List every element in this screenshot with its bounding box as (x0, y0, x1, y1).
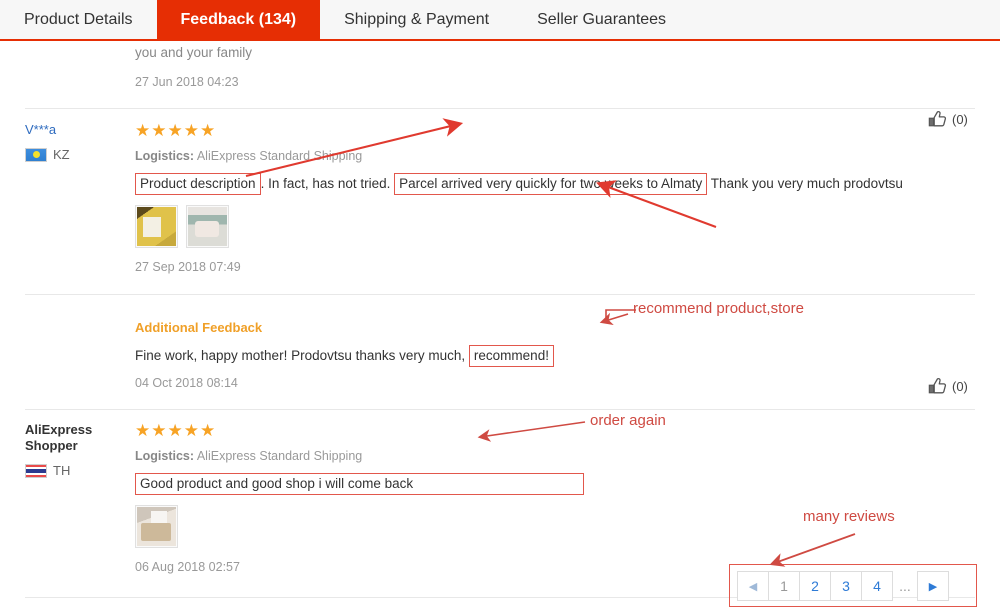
review-body-column-1: ★★★★★ Logistics: AliExpress Standard Shi… (135, 122, 1000, 275)
helpful-button-1[interactable]: (0) (928, 110, 968, 129)
review-text-highlight-1a: Product description (135, 173, 261, 195)
additional-feedback-title-1: Additional Feedback (135, 320, 263, 335)
review-logistics-value-1: AliExpress Standard Shipping (196, 149, 363, 163)
review-country-code-1: KZ (53, 147, 70, 162)
pagination-page-3[interactable]: 3 (830, 571, 862, 601)
additional-feedback-text-1: Fine work, happy mother! Prodovtsu thank… (135, 345, 1000, 367)
additional-feedback-1: Additional Feedback Fine work, happy mot… (135, 301, 1000, 391)
pagination-page-2[interactable]: 2 (799, 571, 831, 601)
review-item-2: AliExpress Shopper TH ★★★★★ Logistics: A… (0, 410, 1000, 598)
helpful-count-1: (0) (952, 112, 968, 127)
review-photo-2[interactable] (186, 205, 229, 248)
review-text-highlight-1b: Parcel arrived very quickly for two week… (394, 173, 708, 195)
review-logistics-label-1: Logistics: (135, 149, 195, 163)
review-photo-strip-2 (135, 505, 1000, 548)
review-logistics-label-2: Logistics: (135, 449, 195, 463)
review-user-column (0, 41, 135, 90)
kz-flag-icon (25, 147, 47, 162)
review-user-column-2: AliExpress Shopper TH (0, 422, 135, 575)
review-username-1[interactable]: V***a (25, 122, 135, 138)
additional-feedback-highlight-1: recommend! (468, 345, 554, 367)
review-text-1: Product description. In fact, has not tr… (135, 173, 1000, 195)
review-text-plain-1a: . In fact, has not tried. (260, 176, 391, 191)
review-text-highlight-2: Good product and good shop i will come b… (135, 473, 585, 495)
review-photo-1[interactable] (135, 205, 178, 248)
additional-feedback-date-1: 04 Oct 2018 08:14 (135, 376, 238, 390)
review-rating-stars-2: ★★★★★ (135, 421, 217, 440)
review-photo-3[interactable] (135, 505, 178, 548)
pagination-prev-button[interactable]: ◀ (737, 571, 769, 601)
additional-feedback-plain-1: Fine work, happy mother! Prodovtsu thank… (135, 348, 466, 363)
tab-product-details[interactable]: Product Details (0, 0, 157, 39)
review-text-plain-1b: Thank you very much prodovtsu (710, 176, 903, 191)
pagination: ◀ 1 2 3 4 ... ▶ (737, 571, 949, 601)
thumbs-up-icon (928, 378, 947, 394)
tab-feedback[interactable]: Feedback (134) (156, 0, 321, 39)
pagination-page-1: 1 (768, 571, 800, 601)
pagination-next-button[interactable]: ▶ (917, 571, 949, 601)
tab-shipping-payment[interactable]: Shipping & Payment (320, 0, 514, 39)
helpful-button-2[interactable]: (0) (928, 377, 968, 396)
review-date: 27 Jun 2018 04:23 (135, 75, 239, 89)
review-date-1: 27 Sep 2018 07:49 (135, 260, 241, 274)
additional-feedback-spacer-1 (0, 301, 135, 391)
review-rating-stars-1: ★★★★★ (135, 121, 217, 140)
review-logistics-1: Logistics: AliExpress Standard Shipping (135, 148, 1000, 164)
th-flag-icon (25, 463, 47, 478)
review-logistics-value-2: AliExpress Standard Shipping (196, 449, 363, 463)
helpful-count-2: (0) (952, 379, 968, 394)
review-body-column: you and your family 27 Jun 2018 04:23 (135, 41, 1000, 90)
thumbs-up-icon (928, 111, 947, 127)
tab-seller-guarantees[interactable]: Seller Guarantees (513, 0, 691, 39)
review-text-2: Good product and good shop i will come b… (135, 473, 1000, 495)
pagination-page-4[interactable]: 4 (861, 571, 893, 601)
review-photo-strip-1 (135, 205, 1000, 248)
review-body-column-2: ★★★★★ Logistics: AliExpress Standard Shi… (135, 422, 1000, 575)
review-item-1: V***a KZ ★★★★★ Logistics: AliExpress Sta… (0, 109, 1000, 410)
review-user-column-1: V***a KZ (0, 122, 135, 275)
feedback-list: you and your family 27 Jun 2018 04:23 V*… (0, 41, 1000, 598)
review-country-2: TH (25, 463, 135, 478)
pagination-ellipsis: ... (899, 578, 911, 594)
product-tab-bar: Product Details Feedback (134) Shipping … (0, 0, 1000, 41)
review-logistics-2: Logistics: AliExpress Standard Shipping (135, 448, 1000, 464)
review-username-2: AliExpress Shopper (25, 422, 93, 453)
review-item-partial: you and your family 27 Jun 2018 04:23 (0, 41, 1000, 109)
review-text-tail: you and your family (135, 45, 253, 60)
review-country-1: KZ (25, 147, 135, 162)
review-country-code-2: TH (53, 463, 71, 478)
